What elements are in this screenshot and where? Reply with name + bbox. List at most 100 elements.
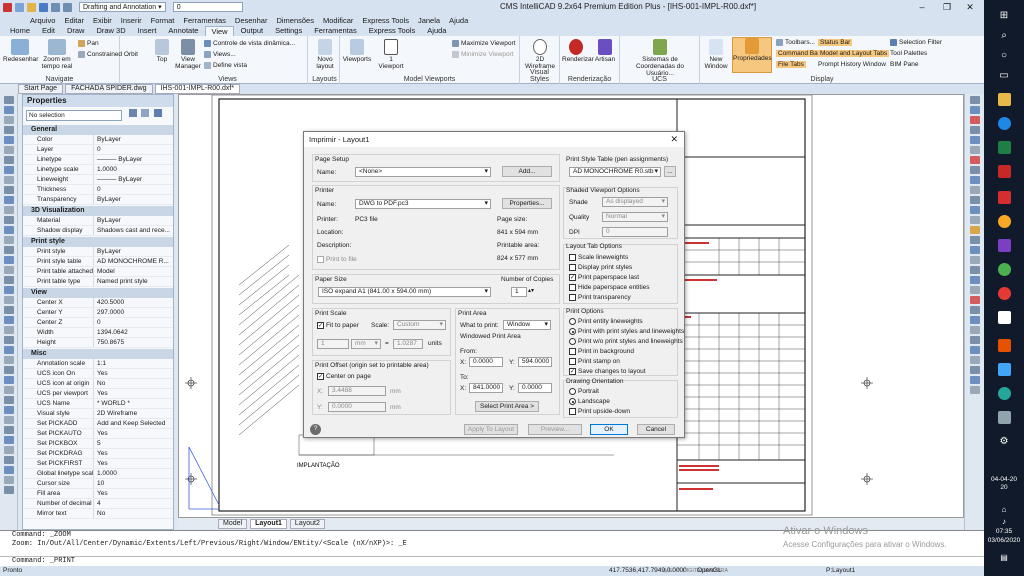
tab-insert[interactable]: Insert xyxy=(133,26,162,36)
property-value[interactable]: 750.8675 xyxy=(93,338,173,347)
scale-left-input[interactable]: 1 xyxy=(317,339,349,349)
property-row[interactable]: Layer 0 xyxy=(23,145,173,155)
properties-section-header[interactable]: View xyxy=(23,288,173,298)
copies-spin-icon[interactable]: ▴▾ xyxy=(528,287,534,294)
start-icon[interactable]: ⊞ xyxy=(994,6,1014,24)
save-icon[interactable] xyxy=(39,2,48,12)
close-window-button[interactable]: ✕ xyxy=(958,0,982,14)
rtool-icon-16[interactable] xyxy=(969,246,980,254)
scale-unit-select[interactable]: mm xyxy=(351,339,381,349)
rtool-icon-21[interactable] xyxy=(969,296,980,304)
property-row[interactable]: UCS Name * WORLD * xyxy=(23,399,173,409)
property-value[interactable]: Yes xyxy=(93,389,173,398)
property-row[interactable]: Shadow display Shadows cast and rece... xyxy=(23,226,173,236)
menu-ajuda[interactable]: Ajuda xyxy=(449,16,468,25)
print-option-checkbox[interactable]: Print stamp on xyxy=(569,358,620,365)
rtool-icon-14[interactable] xyxy=(969,226,980,234)
tool-icon-31[interactable] xyxy=(3,396,14,404)
property-value[interactable]: Yes xyxy=(93,429,173,438)
layout-option-checkbox[interactable]: Print transparency xyxy=(569,294,631,301)
property-value[interactable]: ByLayer xyxy=(93,247,173,256)
status-opengl[interactable]: OpenGL xyxy=(697,566,722,576)
new-file-icon[interactable] xyxy=(15,2,24,12)
property-value[interactable]: ByLayer xyxy=(93,216,173,225)
tool-icon-3[interactable] xyxy=(3,116,14,124)
layout-option-checkbox[interactable]: Hide paperspace entities xyxy=(569,284,650,291)
select-print-area-button[interactable]: Select Print Area > xyxy=(475,401,539,412)
property-row[interactable]: Print style ByLayer xyxy=(23,247,173,257)
menu-desenhar[interactable]: Desenhar xyxy=(235,16,268,25)
property-row[interactable]: Annotation scale 1:1 xyxy=(23,359,173,369)
tool-icon-6[interactable] xyxy=(3,146,14,154)
property-row[interactable]: Center X 420.5000 xyxy=(23,298,173,308)
tool-icon-2[interactable] xyxy=(3,106,14,114)
views-dialog-button[interactable]: Views... xyxy=(204,51,236,58)
property-value[interactable]: Yes xyxy=(93,449,173,458)
offset-x-input[interactable]: 3.4488 xyxy=(328,386,386,396)
tool-icon-30[interactable] xyxy=(3,386,14,394)
tool-icon-37[interactable] xyxy=(3,456,14,464)
property-value[interactable]: 2D Wireframe xyxy=(93,409,173,418)
property-value[interactable]: 1.0000 xyxy=(93,165,173,174)
view-manager-button[interactable]: View Manager xyxy=(174,39,202,70)
rtool-icon-3[interactable] xyxy=(969,116,980,124)
doctab-ihs[interactable]: IHS-001-IMPL-R00.dxf* xyxy=(154,84,241,94)
rtool-icon-8[interactable] xyxy=(969,166,980,174)
property-row[interactable]: Set PICKBOX 5 xyxy=(23,439,173,449)
command-input[interactable]: Command: _PRINT xyxy=(0,556,984,566)
property-value[interactable]: 0 xyxy=(93,318,173,327)
property-row[interactable]: UCS per viewport Yes xyxy=(23,389,173,399)
properties-section-header[interactable]: Print style xyxy=(23,237,173,247)
menu-ferramentas[interactable]: Ferramentas xyxy=(183,16,226,25)
tool-icon-7[interactable] xyxy=(3,156,14,164)
property-value[interactable]: 1.0000 xyxy=(93,469,173,478)
tool-icon-27[interactable] xyxy=(3,356,14,364)
property-row[interactable]: Set PICKFIRST Yes xyxy=(23,459,173,469)
menu-editar[interactable]: Editar xyxy=(64,16,84,25)
property-row[interactable]: Transparency ByLayer xyxy=(23,195,173,205)
properties-section-header[interactable]: General xyxy=(23,125,173,135)
hs-app-icon[interactable] xyxy=(994,212,1014,230)
property-row[interactable]: Width 1394.0642 xyxy=(23,328,173,338)
chrome-alt-icon[interactable] xyxy=(994,284,1014,302)
to-x-input[interactable]: 841.0000 xyxy=(469,383,503,393)
property-value[interactable]: No xyxy=(93,509,173,518)
tab-output[interactable]: Output xyxy=(236,26,269,36)
tool-icon-23[interactable] xyxy=(3,316,14,324)
property-row[interactable]: Global linetype scale 1.0000 xyxy=(23,469,173,479)
tool-icon-39[interactable] xyxy=(3,476,14,484)
tool-icon-20[interactable] xyxy=(3,286,14,294)
tool-icon-12[interactable] xyxy=(3,206,14,214)
property-value[interactable]: Add and Keep Selected xyxy=(93,419,173,428)
tool-icon-25[interactable] xyxy=(3,336,14,344)
tool-icon-32[interactable] xyxy=(3,406,14,414)
property-value[interactable]: Shadows cast and rece... xyxy=(93,226,173,235)
tool-icon-24[interactable] xyxy=(3,326,14,334)
property-value[interactable]: 297.0000 xyxy=(93,308,173,317)
tool-icon-34[interactable] xyxy=(3,426,14,434)
open-file-icon[interactable] xyxy=(27,2,36,12)
property-value[interactable]: * WORLD * xyxy=(93,399,173,408)
tab-home[interactable]: Home xyxy=(5,26,35,36)
layout-tab-layout2[interactable]: Layout2 xyxy=(289,518,325,529)
print-option-radio[interactable]: Print w/o print styles and lineweights xyxy=(569,338,683,345)
rtool-icon-27[interactable] xyxy=(969,356,980,364)
tab-ajuda[interactable]: Ajuda xyxy=(422,26,451,36)
print-option-radio[interactable]: Print with print styles and lineweights xyxy=(569,328,684,335)
tool-icon-8[interactable] xyxy=(3,166,14,174)
tool-icon-21[interactable] xyxy=(3,296,14,304)
property-value[interactable]: Yes xyxy=(93,369,173,378)
ok-button[interactable]: OK xyxy=(590,424,628,435)
file-tabs-button[interactable]: File Tabs xyxy=(776,61,806,68)
wireframe-button[interactable]: 2D Wireframe xyxy=(522,39,558,70)
define-vista-button[interactable]: Define vista xyxy=(204,62,247,69)
property-value[interactable]: AD MONOCHROME R... xyxy=(93,257,173,266)
layout-option-checkbox[interactable]: Scale lineweights xyxy=(569,254,628,261)
property-row[interactable]: Height 750.8675 xyxy=(23,338,173,348)
menu-inserir[interactable]: Inserir xyxy=(121,16,142,25)
menu-janela[interactable]: Janela xyxy=(418,16,440,25)
property-value[interactable]: Yes xyxy=(93,489,173,498)
top-view-button[interactable]: Top xyxy=(151,39,173,63)
pan-button[interactable]: Pan xyxy=(78,40,99,47)
tool-icon-9[interactable] xyxy=(3,176,14,184)
